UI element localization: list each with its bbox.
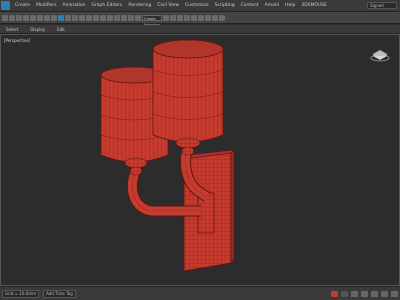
edit-named-sets-icon[interactable]	[135, 14, 141, 21]
account-label: Signed	[370, 3, 384, 8]
render-frame-icon[interactable]	[212, 14, 218, 21]
add-time-tag-label: Add Time Tag	[46, 291, 73, 296]
menu-civil-view[interactable]: Civil View	[154, 3, 182, 8]
go-to-end-icon[interactable]	[391, 290, 398, 297]
ribbon-tab-display[interactable]: Display	[24, 27, 51, 32]
select-rotate-icon[interactable]	[65, 14, 71, 21]
snaps-toggle-icon[interactable]	[107, 14, 113, 21]
ribbon-bar: Select Display Edit	[0, 25, 400, 34]
spinner-snap-icon[interactable]	[128, 14, 134, 21]
menu-rendering[interactable]: Rendering	[125, 3, 154, 8]
angle-snap-icon[interactable]	[114, 14, 120, 21]
menu-3dsmouse[interactable]: 3DSMOUSE	[298, 3, 330, 8]
previous-frame-icon[interactable]	[361, 290, 368, 297]
select-object-icon[interactable]	[37, 14, 43, 21]
mirror-icon[interactable]	[163, 14, 169, 21]
schematic-view-icon[interactable]	[191, 14, 197, 21]
redo-icon[interactable]	[9, 14, 15, 21]
keyboard-shortcut-icon[interactable]	[100, 14, 106, 21]
render-production-icon[interactable]	[219, 14, 225, 21]
select-manipulate-icon[interactable]	[93, 14, 99, 21]
pivot-center-icon[interactable]	[86, 14, 92, 21]
percent-snap-icon[interactable]	[121, 14, 127, 21]
perspective-viewport[interactable]: [Perspective]	[0, 34, 400, 286]
app-logo-icon[interactable]	[1, 1, 10, 10]
main-toolbar: Create Selection Set	[0, 12, 400, 33]
menu-help[interactable]: Help	[282, 3, 298, 8]
set-key-button[interactable]	[341, 290, 348, 297]
unlink-icon[interactable]	[23, 14, 29, 21]
select-scale-icon[interactable]	[72, 14, 78, 21]
material-editor-icon[interactable]	[198, 14, 204, 21]
menu-graph-editors[interactable]: Graph Editors	[88, 3, 125, 8]
align-icon[interactable]	[170, 14, 176, 21]
menu-animation[interactable]: Animation	[60, 3, 89, 8]
menu-bar: Create Modifiers Animation Graph Editors…	[0, 0, 400, 12]
grid-text: Grid = 10.0mm	[5, 291, 36, 296]
next-frame-icon[interactable]	[381, 290, 388, 297]
undo-icon[interactable]	[2, 14, 8, 21]
link-icon[interactable]	[16, 14, 22, 21]
auto-key-button[interactable]	[331, 290, 338, 297]
render-setup-icon[interactable]	[205, 14, 211, 21]
menu-create[interactable]: Create	[12, 3, 33, 8]
status-bar: Grid = 10.0mm Add Time Tag	[0, 286, 400, 300]
go-to-start-icon[interactable]	[351, 290, 358, 297]
layer-explorer-icon[interactable]	[177, 14, 183, 21]
menu-modifiers[interactable]: Modifiers	[33, 3, 60, 8]
ribbon-tab-edit[interactable]: Edit	[51, 27, 71, 32]
menu-scripting[interactable]: Scripting	[212, 3, 238, 8]
select-by-name-icon[interactable]	[44, 14, 50, 21]
selection-set-dropdown[interactable]: Create Selection Set	[142, 14, 162, 33]
wall-sconce-model[interactable]	[1, 35, 399, 285]
playback-controls	[331, 290, 398, 297]
bind-space-warp-icon[interactable]	[30, 14, 36, 21]
play-icon[interactable]	[371, 290, 378, 297]
menu-arnold[interactable]: Arnold	[262, 3, 283, 8]
add-time-tag[interactable]: Add Time Tag	[43, 289, 76, 298]
select-move-icon[interactable]	[58, 14, 64, 21]
account-search-field[interactable]: Signed	[367, 2, 397, 9]
region-select-icon[interactable]	[51, 14, 57, 21]
placement-icon[interactable]	[79, 14, 85, 21]
lampshade-right[interactable]	[152, 39, 224, 156]
menu-content[interactable]: Content	[238, 3, 262, 8]
grid-readout: Grid = 10.0mm	[2, 289, 39, 298]
menu-customize[interactable]: Customize	[182, 3, 212, 8]
ribbon-tab-select[interactable]: Select	[0, 27, 24, 32]
curve-editor-icon[interactable]	[184, 14, 190, 21]
